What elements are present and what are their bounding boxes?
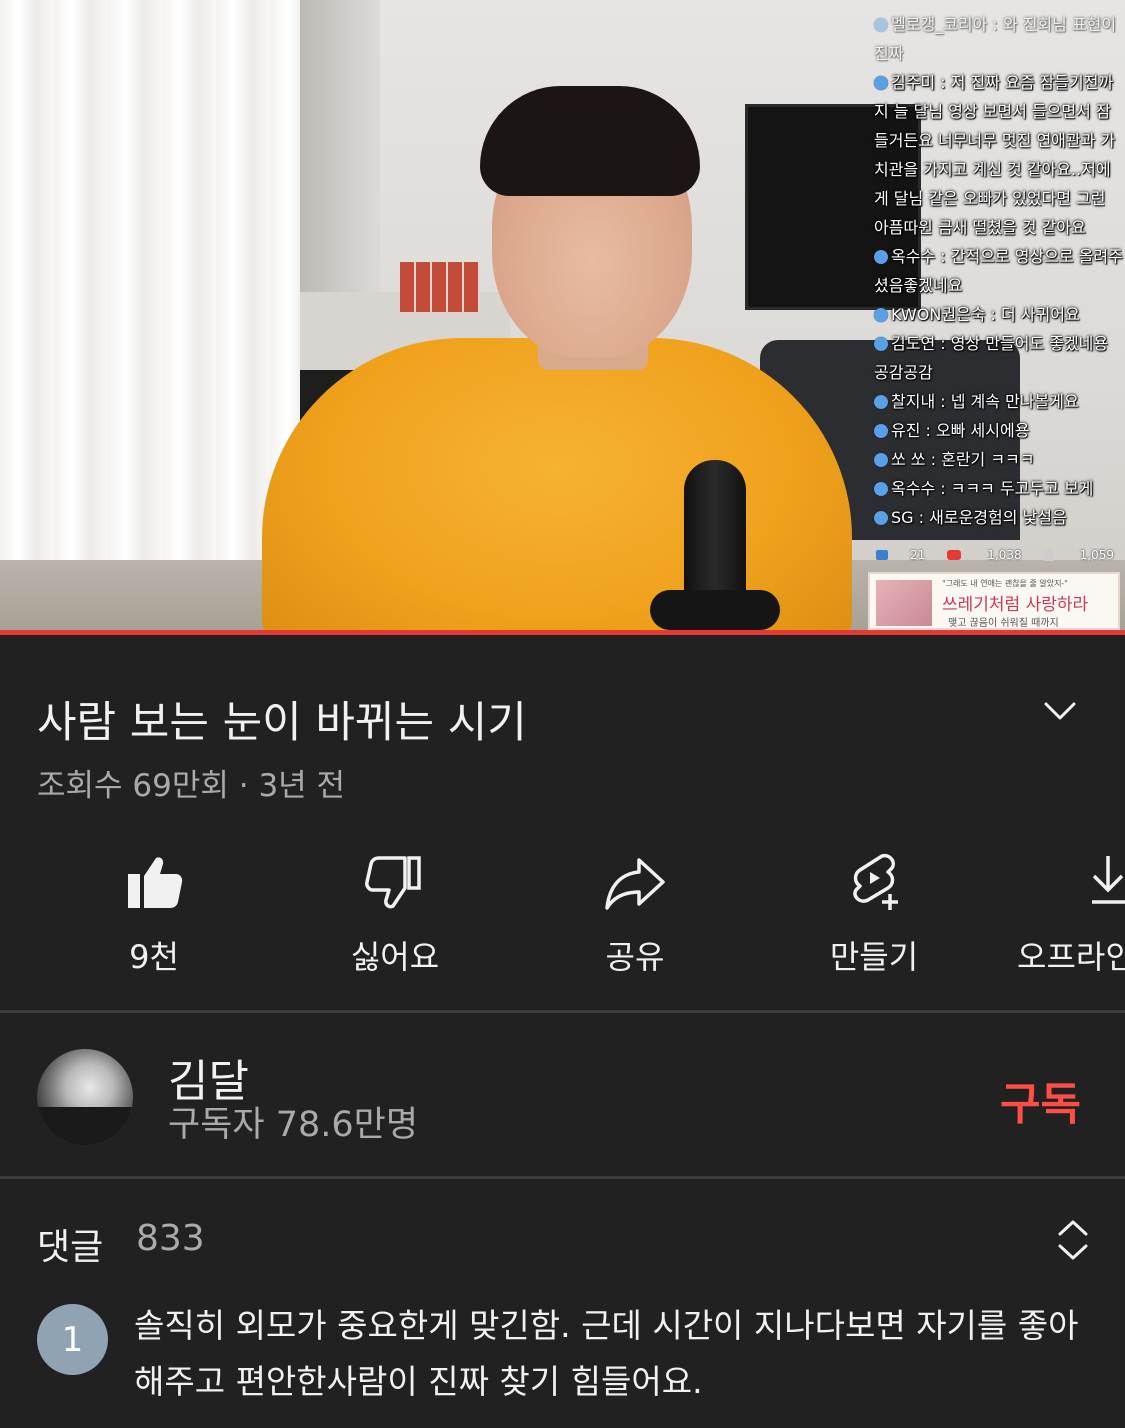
share-button[interactable]: 공유 xyxy=(515,850,755,980)
comment-text[interactable]: 솔직히 외모가 중요한게 맞긴함. 근데 시간이 지나다보면 자기를 좋아해주고… xyxy=(134,1298,1094,1410)
user-icon xyxy=(874,424,888,438)
dislike-label: 싫어요 xyxy=(350,938,440,976)
comments-heading[interactable]: 댓글 xyxy=(37,1218,103,1270)
thumbs-up-filled-icon xyxy=(128,857,183,908)
user-icon xyxy=(874,395,888,409)
chat-message: 옥수수 : ㅋㅋㅋ 두고두고 보게 xyxy=(866,474,1125,503)
expand-collapse-icon[interactable] xyxy=(1052,1216,1094,1264)
likes-count: 21 xyxy=(910,548,926,562)
person-icon xyxy=(1043,549,1054,561)
video-progress-bar[interactable] xyxy=(0,630,1125,635)
chat-message: KWON권은숙 : 더 사귀어요 xyxy=(866,300,1125,329)
user-icon xyxy=(874,250,888,264)
stream-stats: 21 1,038 1,059 xyxy=(870,543,1120,567)
like-count: 9천 xyxy=(129,938,179,976)
subscriber-count: 구독자 78.6만명 xyxy=(168,1105,419,1145)
create-button[interactable]: 만들기 xyxy=(754,850,994,980)
share-label: 공유 xyxy=(605,938,665,976)
divider xyxy=(0,1176,1125,1179)
chat-message: 찰지내 : 넵 계속 만나볼게요 xyxy=(866,387,1125,416)
streamer-hair xyxy=(480,86,700,196)
video-title[interactable]: 사람 보는 눈이 바뀌는 시기 xyxy=(37,688,1017,750)
chat-message: 멜로갱_코리아 : 와 진회님 표현이 진짜 xyxy=(874,15,1117,63)
chat-message: 김주미 : 저 진짜 요즘 잠들기전까지 늘 달님 영상 보면서 들으면서 잠들… xyxy=(874,73,1116,237)
video-meta: 조회수 69만회 · 3년 전 xyxy=(37,768,346,804)
curtain-background xyxy=(0,0,300,630)
shorts-create-icon xyxy=(853,853,898,910)
user-icon xyxy=(874,482,888,496)
book-tagline: "그래도 내 연애는 괜찮을 줄 알았지-" xyxy=(942,579,1068,588)
create-label: 만들기 xyxy=(829,938,919,976)
book-subtitle: 맺고 끊음이 쉬워질 때까지 xyxy=(948,618,1059,629)
thumbs-down-icon xyxy=(365,856,421,909)
chat-icon xyxy=(876,550,888,560)
chat-message: 김도연 : 영상 만들어도 좋겠네용 공감공감 xyxy=(874,334,1109,382)
chat-message: SG : 새로운경험의 낯설음 xyxy=(866,503,1125,532)
books-background xyxy=(400,262,480,312)
comment-avatar[interactable]: 1 xyxy=(37,1304,108,1375)
views-count: 1,038 xyxy=(987,548,1022,562)
action-bar: 9천 싫어요 공유 만들기 오프라인 xyxy=(0,850,1125,980)
divider xyxy=(0,1010,1125,1013)
offline-label: 오프라인 xyxy=(1017,938,1125,976)
chevron-down-icon[interactable] xyxy=(1038,692,1082,732)
book-advertisement: "그래도 내 연애는 괜찮을 줄 알았지-" 쓰레기처럼 사랑하라 맺고 끊음이… xyxy=(868,572,1120,630)
live-chat-overlay: 멜로갱_코리아 : 와 진회님 표현이 진짜 김주미 : 저 진짜 요즘 잠들기… xyxy=(866,10,1125,580)
chat-message: 쏘 쏘 : 혼란기 ㅋㅋㅋ xyxy=(866,445,1125,474)
like-button[interactable]: 9천 xyxy=(34,850,274,980)
channel-avatar[interactable] xyxy=(37,1049,133,1145)
streamer-body xyxy=(262,338,852,630)
viewers-count: 1,059 xyxy=(1079,548,1114,562)
dislike-button[interactable]: 싫어요 xyxy=(275,850,515,980)
offline-button[interactable]: 오프라인 xyxy=(996,850,1125,980)
video-player[interactable]: 멜로갱_코리아 : 와 진회님 표현이 진짜 김주미 : 저 진짜 요즘 잠들기… xyxy=(0,0,1125,630)
user-icon xyxy=(874,18,888,32)
book-cover xyxy=(876,580,932,626)
comments-count: 833 xyxy=(136,1218,205,1259)
user-icon xyxy=(874,511,888,525)
user-icon xyxy=(874,453,888,467)
download-icon xyxy=(1092,856,1125,904)
user-icon xyxy=(874,308,888,322)
subscribe-button[interactable]: 구독 xyxy=(1000,1068,1081,1132)
share-arrow-icon xyxy=(605,858,665,910)
microphone-stand xyxy=(650,590,780,630)
user-icon xyxy=(874,76,888,90)
chat-message: 옥수수 : 간적으로 영상으로 올려주셨음좋겠네요 xyxy=(874,247,1123,295)
user-icon xyxy=(874,337,888,351)
youtube-icon xyxy=(947,550,962,560)
chat-message: 유진 : 오빠 세시에용 xyxy=(866,416,1125,445)
book-title: 쓰레기처럼 사랑하라 xyxy=(942,595,1089,615)
